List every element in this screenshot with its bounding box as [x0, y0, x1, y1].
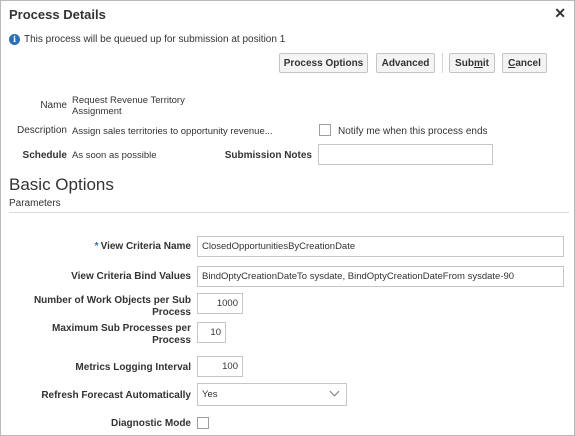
section-divider [9, 212, 569, 213]
max-sub-processes-label-line2: Process [152, 335, 191, 346]
cancel-button[interactable]: Cancel [502, 53, 547, 73]
work-objects-field[interactable]: 1000 [197, 293, 243, 314]
submission-notes-field[interactable] [318, 144, 493, 165]
info-icon: i [9, 34, 20, 45]
diagnostic-mode-label: Diagnostic Mode [110, 418, 191, 429]
close-icon[interactable]: ✕ [554, 5, 566, 22]
process-details-dialog: Process Details ✕ i This process will be… [0, 0, 575, 436]
description-label: Description [16, 125, 67, 136]
info-message: i This process will be queued up for sub… [9, 34, 285, 45]
refresh-forecast-value: Yes [202, 389, 218, 400]
diagnostic-mode-checkbox[interactable] [197, 417, 209, 429]
cancel-access-key: C [508, 57, 516, 69]
required-marker: * [94, 241, 99, 252]
metrics-logging-label: Metrics Logging Interval [75, 362, 191, 373]
schedule-value: As soon as possible [72, 150, 157, 161]
bind-values-label: View Criteria Bind Values [71, 271, 191, 282]
name-value-line1: Request Revenue Territory [72, 95, 185, 106]
cancel-label-part: ancel [515, 57, 541, 69]
refresh-forecast-select[interactable]: Yes [197, 383, 347, 406]
advanced-button[interactable]: Advanced [376, 53, 435, 73]
schedule-label: Schedule [22, 150, 67, 161]
view-criteria-name-label-text: View Criteria Name [100, 241, 191, 252]
max-sub-processes-label-line1: Maximum Sub Processes per [52, 323, 191, 334]
refresh-forecast-label: Refresh Forecast Automatically [41, 390, 191, 401]
dialog-title: Process Details [9, 7, 106, 22]
process-options-button[interactable]: Process Options [279, 53, 368, 73]
metrics-logging-field[interactable]: 100 [197, 356, 243, 377]
basic-options-heading: Basic Options [9, 175, 114, 194]
work-objects-label-line2: Process [152, 307, 191, 318]
submit-button[interactable]: Sub m it [449, 53, 495, 73]
name-label: Name [40, 100, 67, 111]
work-objects-label-line1: Number of Work Objects per Sub [33, 295, 191, 306]
max-sub-processes-field[interactable]: 10 [197, 322, 226, 343]
info-message-text: This process will be queued up for submi… [24, 34, 286, 45]
submission-notes-label: Submission Notes [224, 150, 312, 161]
description-value: Assign sales territories to opportunity … [72, 126, 273, 137]
notify-checkbox[interactable] [319, 124, 331, 136]
notify-label: Notify me when this process ends [338, 126, 488, 137]
toolbar-divider [442, 53, 443, 73]
submit-label-part: Sub [455, 57, 474, 69]
view-criteria-name-field[interactable]: ClosedOpportunitiesByCreationDate [197, 236, 564, 257]
name-value-line2: Assignment [72, 106, 122, 117]
parameters-subheading: Parameters [9, 198, 61, 209]
chevron-down-icon [329, 386, 340, 397]
bind-values-field[interactable]: BindOptyCreationDateTo sysdate, BindOpty… [197, 266, 564, 287]
view-criteria-name-label: * View Criteria Name [9, 241, 191, 252]
submit-access-key: m [473, 57, 483, 69]
submit-label-part: it [482, 57, 489, 69]
